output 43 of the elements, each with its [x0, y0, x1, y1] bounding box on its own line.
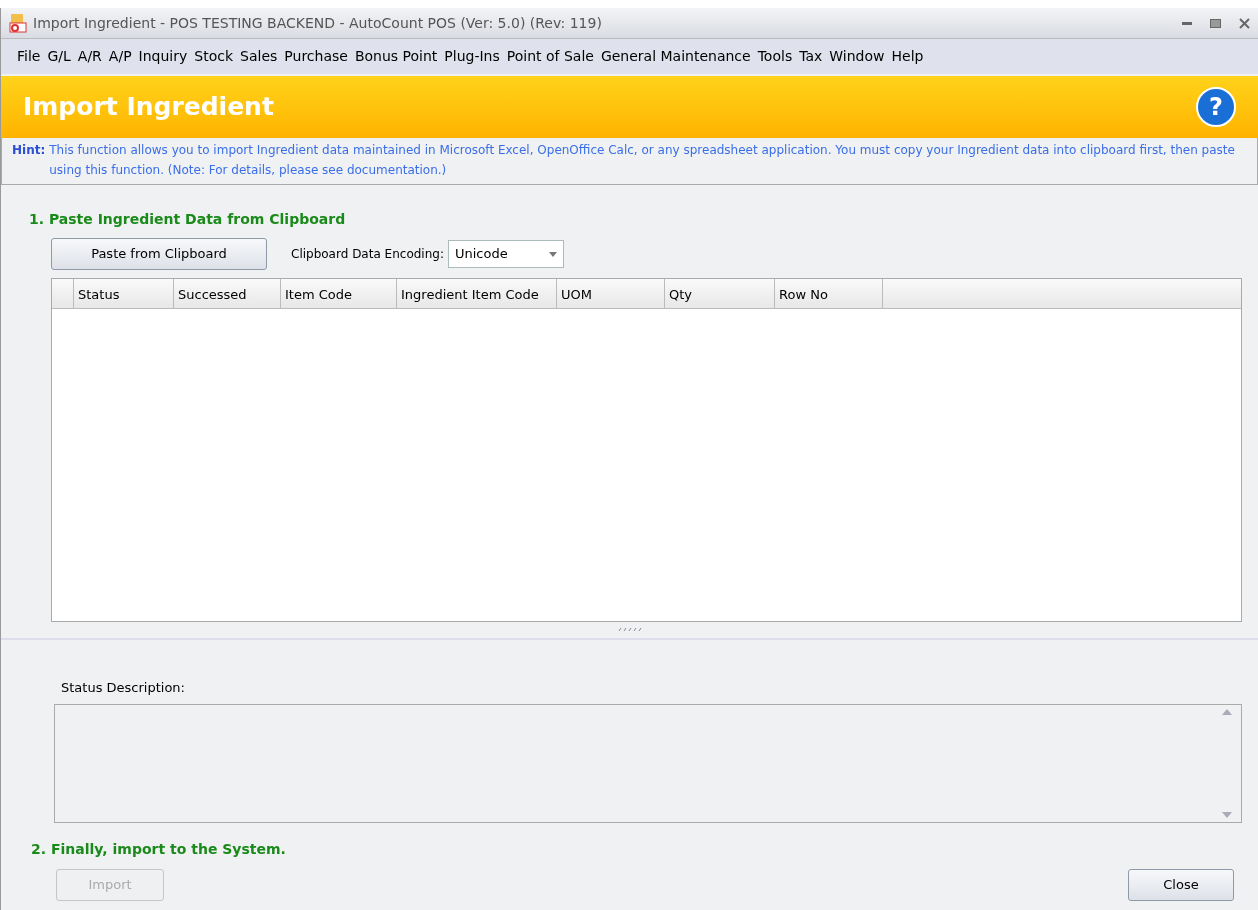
menu-item[interactable]: Tools	[757, 46, 798, 67]
column-header[interactable]: Status	[74, 279, 174, 308]
paste-from-clipboard-button[interactable]: Paste from Clipboard	[51, 238, 267, 270]
menu-item[interactable]: Sales	[240, 46, 283, 67]
menu-item[interactable]: Stock	[194, 46, 239, 67]
column-header[interactable]: Qty	[665, 279, 775, 308]
section-heading: 1. Paste Ingredient Data from Clipboard	[28, 211, 346, 227]
menu-item[interactable]: Inquiry	[138, 46, 193, 67]
menu-item[interactable]: Bonus Point	[354, 46, 443, 67]
column-header[interactable]: UOM	[557, 279, 665, 308]
menu-item[interactable]: Help	[891, 46, 929, 67]
scroll-up-icon[interactable]	[1222, 708, 1232, 715]
column-header[interactable]: Item Code	[281, 279, 397, 308]
scroll-down-icon[interactable]	[1222, 811, 1232, 818]
menu-item[interactable]: A/R	[77, 46, 107, 67]
menu-item[interactable]: Window	[829, 46, 890, 67]
hint-text: This function allows you to import Ingredient data maintained in Microsoft Excel, OpenOffice Calc, or any spreadsheet application. You must copy your Ingredient data into clipboard first, then paste using this function. (Note: For details, please see documentation.)	[49, 142, 1236, 179]
menu-item[interactable]: G/L	[47, 46, 76, 67]
menu-item[interactable]: Plug-Ins	[444, 46, 505, 67]
status-description-label: Status Description:	[61, 680, 185, 695]
app-logo-icon	[9, 13, 27, 33]
window-title: Import Ingredient - POS TESTING BACKEND - AutoCount POS (Ver: 5.0) (Rev: 119)	[33, 13, 602, 33]
dropdown-caret-icon	[548, 251, 557, 257]
menu-item[interactable]: Tax	[799, 46, 828, 67]
encoding-dropdown[interactable]: Unicode	[447, 240, 564, 268]
minimize-icon[interactable]	[1182, 21, 1192, 25]
close-icon[interactable]	[1239, 17, 1250, 29]
menu-item[interactable]: Purchase	[284, 46, 353, 67]
encoding-label: Clipboard Data Encoding:	[291, 246, 444, 263]
menu-item[interactable]: General Maintenance	[600, 46, 756, 67]
menu-item[interactable]: File	[17, 46, 46, 67]
help-button[interactable]: ?	[1196, 87, 1236, 127]
close-button[interactable]: Close	[1128, 868, 1234, 901]
splitter-grip-icon[interactable]	[616, 626, 643, 632]
column-header[interactable]: Row No	[775, 279, 883, 308]
menu-item[interactable]: A/P	[108, 46, 137, 67]
column-header[interactable]: Successed	[174, 279, 281, 308]
maximize-icon[interactable]	[1210, 18, 1221, 28]
menu-item[interactable]: Point of Sale	[506, 46, 599, 67]
hint-label: Hint:	[12, 142, 46, 159]
page-title: Import Ingredient	[23, 92, 274, 122]
section-heading: 2. Finally, import to the System.	[31, 840, 286, 857]
column-header[interactable]: Ingredient Item Code	[397, 279, 557, 308]
